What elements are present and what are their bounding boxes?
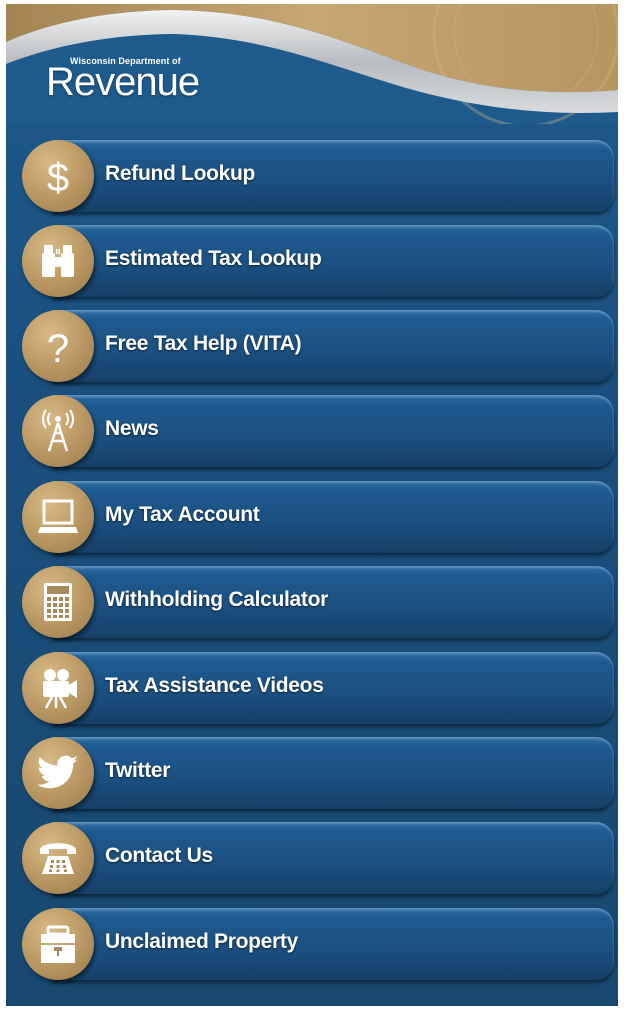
menu-item-twitter[interactable]: Twitter <box>22 735 614 813</box>
dollar-icon: $ <box>47 156 69 198</box>
menu-icon-circle[interactable] <box>22 481 94 553</box>
menu-item-news[interactable]: News <box>22 393 614 471</box>
safe-deposit-box-icon <box>41 925 75 963</box>
broadcast-tower-icon <box>42 409 74 452</box>
calculator-icon <box>44 583 72 621</box>
twitter-bird-icon <box>37 755 79 789</box>
menu-icon-circle[interactable] <box>22 225 94 297</box>
menu-item-label: News <box>105 417 159 440</box>
menu-item-refund-lookup[interactable]: $ Refund Lookup <box>22 138 614 216</box>
menu-item-estimated-tax-lookup[interactable]: Estimated Tax Lookup <box>22 223 614 301</box>
menu-item-label: Unclaimed Property <box>105 930 298 953</box>
menu-item-free-tax-help[interactable]: ? Free Tax Help (VITA) <box>22 308 614 386</box>
menu-icon-circle[interactable]: $ <box>22 140 94 212</box>
menu-item-label: My Tax Account <box>105 503 260 526</box>
menu-icon-circle[interactable] <box>22 395 94 467</box>
svg-text:?: ? <box>47 327 69 368</box>
menu-item-my-tax-account[interactable]: My Tax Account <box>22 479 614 557</box>
video-camera-icon <box>43 669 77 709</box>
svg-text:$: $ <box>47 156 69 198</box>
menu-icon-circle[interactable] <box>22 822 94 894</box>
menu-item-withholding-calculator[interactable]: Withholding Calculator <box>22 564 614 642</box>
menu-item-unclaimed-property[interactable]: Unclaimed Property <box>22 906 614 984</box>
menu-item-label: Contact Us <box>105 844 213 867</box>
menu-icon-circle[interactable] <box>22 566 94 638</box>
menu-item-label: Refund Lookup <box>105 162 256 185</box>
menu-item-label: Tax Assistance Videos <box>105 674 324 697</box>
telephone-icon <box>40 843 76 874</box>
menu-item-tax-assistance-videos[interactable]: Tax Assistance Videos <box>22 650 614 728</box>
menu-icon-circle[interactable] <box>22 652 94 724</box>
logo-revenue-text: Revenue <box>46 60 200 104</box>
menu-icon-circle[interactable] <box>22 737 94 809</box>
menu-icon-circle[interactable]: ? <box>22 310 94 382</box>
menu-item-contact-us[interactable]: Contact Us <box>22 820 614 898</box>
menu-item-label: Free Tax Help (VITA) <box>105 332 302 355</box>
menu-item-label: Withholding Calculator <box>105 588 329 611</box>
app-screen: Wisconsin Department of Revenue $ Refund… <box>6 4 618 1006</box>
header-banner: Wisconsin Department of Revenue <box>6 4 618 124</box>
binoculars-icon <box>42 245 74 277</box>
menu-item-label: Estimated Tax Lookup <box>105 247 322 270</box>
question-mark-icon: ? <box>47 327 69 368</box>
menu-icon-circle[interactable] <box>22 908 94 980</box>
laptop-icon <box>38 499 78 533</box>
menu-item-label: Twitter <box>105 759 171 782</box>
